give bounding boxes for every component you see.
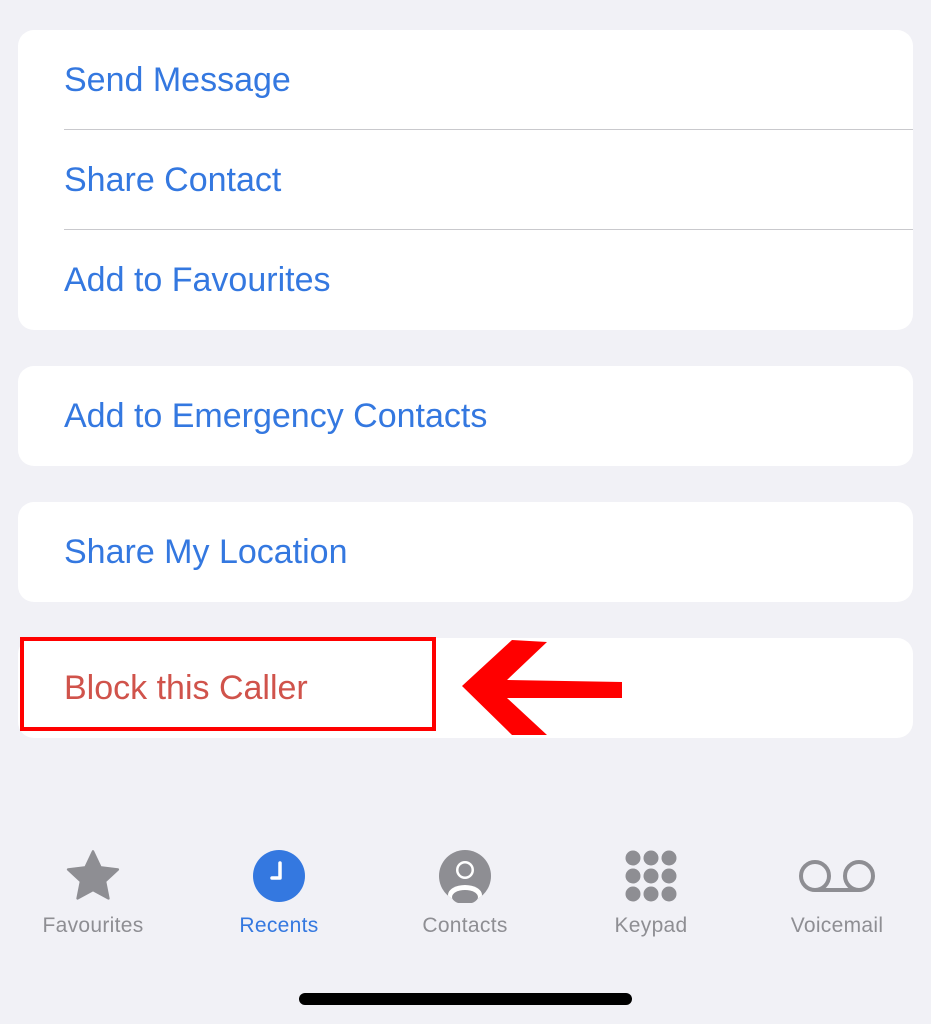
person-circle-icon bbox=[438, 840, 492, 912]
emergency-group: Add to Emergency Contacts bbox=[18, 366, 913, 466]
tab-contacts[interactable]: Contacts bbox=[372, 840, 558, 938]
add-to-emergency-contacts-button[interactable]: Add to Emergency Contacts bbox=[18, 366, 913, 466]
tab-favourites[interactable]: Favourites bbox=[0, 840, 186, 938]
keypad-icon bbox=[624, 840, 678, 912]
tab-favourites-label: Favourites bbox=[42, 914, 144, 937]
red-arrow-annotation bbox=[462, 640, 622, 735]
send-message-button[interactable]: Send Message bbox=[18, 30, 913, 130]
share-contact-button[interactable]: Share Contact bbox=[18, 130, 913, 230]
tab-recents-label: Recents bbox=[239, 914, 319, 937]
location-group: Share My Location bbox=[18, 502, 913, 602]
share-my-location-button[interactable]: Share My Location bbox=[18, 502, 913, 602]
highlight-box-annotation bbox=[20, 637, 436, 731]
tab-bar: Favourites Recents Contacts Keypad Voice… bbox=[0, 840, 931, 950]
share-my-location-label: Share My Location bbox=[64, 532, 348, 571]
tab-voicemail[interactable]: Voicemail bbox=[744, 840, 930, 938]
home-indicator bbox=[299, 993, 632, 1005]
voicemail-icon bbox=[797, 840, 877, 912]
tab-contacts-label: Contacts bbox=[422, 914, 508, 937]
clock-icon bbox=[252, 840, 306, 912]
tab-recents[interactable]: Recents bbox=[186, 840, 372, 938]
tab-keypad[interactable]: Keypad bbox=[558, 840, 744, 938]
tab-voicemail-label: Voicemail bbox=[790, 914, 884, 937]
tab-keypad-label: Keypad bbox=[614, 914, 688, 937]
send-message-label: Send Message bbox=[64, 60, 291, 99]
share-contact-label: Share Contact bbox=[64, 160, 282, 199]
add-to-favourites-button[interactable]: Add to Favourites bbox=[18, 230, 913, 330]
add-to-favourites-label: Add to Favourites bbox=[64, 260, 331, 299]
star-icon bbox=[63, 840, 123, 912]
contact-actions-group: Send Message Share Contact Add to Favour… bbox=[18, 30, 913, 330]
add-to-emergency-contacts-label: Add to Emergency Contacts bbox=[64, 396, 488, 435]
